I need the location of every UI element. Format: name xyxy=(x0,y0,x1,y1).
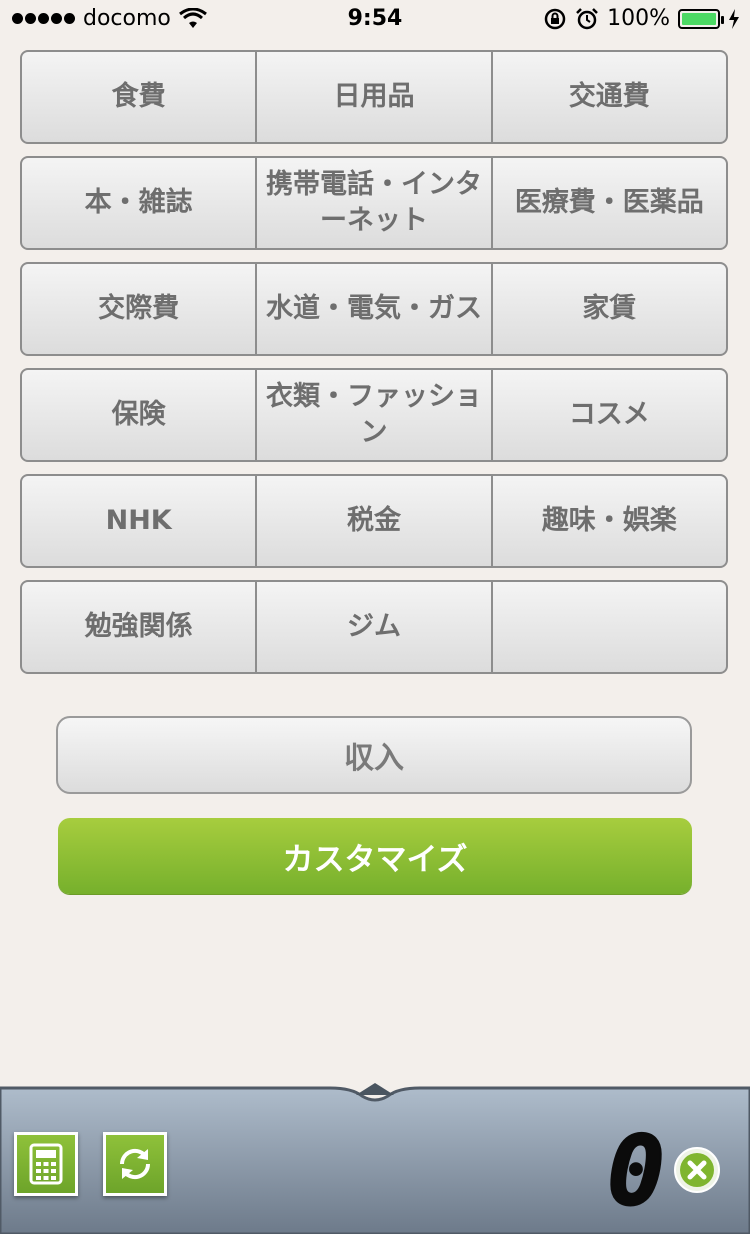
expand-handle-icon[interactable] xyxy=(354,1083,396,1097)
category-gym[interactable]: ジム xyxy=(257,582,493,672)
category-row: NHK 税金 趣味・娯楽 xyxy=(20,474,728,568)
category-daily-goods[interactable]: 日用品 xyxy=(257,52,493,142)
refresh-button[interactable] xyxy=(103,1132,167,1196)
battery-icon xyxy=(678,8,724,29)
category-rent[interactable]: 家賃 xyxy=(493,264,726,354)
category-utilities[interactable]: 水道・電気・ガス xyxy=(257,264,493,354)
category-row: 勉強関係 ジム xyxy=(20,580,728,674)
income-button[interactable]: 収入 xyxy=(56,716,692,794)
charging-bolt-icon xyxy=(729,8,739,29)
category-medical[interactable]: 医療費・医薬品 xyxy=(493,158,726,248)
customize-button[interactable]: カスタマイズ xyxy=(58,818,692,894)
category-insurance[interactable]: 保険 xyxy=(22,370,258,460)
category-tax[interactable]: 税金 xyxy=(257,476,493,566)
category-clothing[interactable]: 衣類・ファッション xyxy=(257,370,493,460)
calculator-icon xyxy=(29,1143,63,1185)
category-row: 食費 日用品 交通費 xyxy=(20,50,728,144)
category-study[interactable]: 勉強関係 xyxy=(22,582,258,672)
category-hobby[interactable]: 趣味・娯楽 xyxy=(493,476,726,566)
amount-display: 0 xyxy=(606,1130,666,1214)
category-row: 保険 衣類・ファッション コスメ xyxy=(20,368,728,462)
battery-percentage: 100% xyxy=(607,6,670,31)
category-row: 本・雑誌 携帯電話・インターネット 医療費・医薬品 xyxy=(20,156,728,250)
category-row: 交際費 水道・電気・ガス 家賃 xyxy=(20,262,728,356)
category-grid: 食費 日用品 交通費 本・雑誌 携帯電話・インターネット 医療費・医薬品 交際費… xyxy=(20,50,728,686)
category-nhk[interactable]: NHK xyxy=(22,476,258,566)
category-cosmetics[interactable]: コスメ xyxy=(493,370,726,460)
category-empty[interactable] xyxy=(493,582,726,672)
status-bar: docomo 9:54 100% xyxy=(0,0,750,40)
category-social[interactable]: 交際費 xyxy=(22,264,258,354)
clear-icon[interactable] xyxy=(673,1146,721,1194)
category-transportation[interactable]: 交通費 xyxy=(493,52,726,142)
refresh-icon xyxy=(119,1148,151,1180)
alarm-icon xyxy=(576,7,598,29)
category-phone-internet[interactable]: 携帯電話・インターネット xyxy=(257,158,493,248)
calculator-button[interactable] xyxy=(14,1132,78,1196)
category-books-magazines[interactable]: 本・雑誌 xyxy=(22,158,258,248)
category-food[interactable]: 食費 xyxy=(22,52,258,142)
rotation-lock-icon xyxy=(544,8,566,29)
amount-value: 0 xyxy=(607,1130,665,1214)
